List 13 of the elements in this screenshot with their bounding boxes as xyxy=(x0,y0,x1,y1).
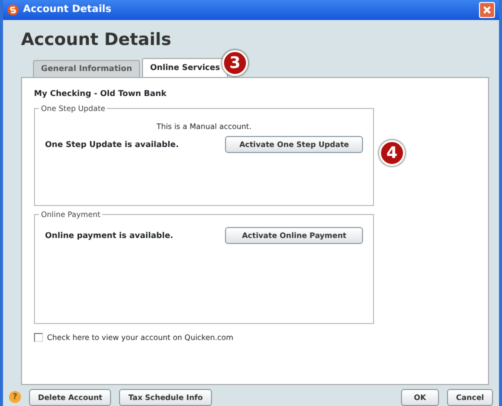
account-name: My Checking - Old Town Bank xyxy=(34,88,168,100)
tab[interactable]: Online Services xyxy=(142,58,228,77)
callout-marker: 3 xyxy=(222,50,248,76)
app-logo-icon xyxy=(7,4,19,16)
dialog-heading: Account Details xyxy=(20,28,172,52)
window-title: Account Details xyxy=(23,3,112,18)
close-button[interactable] xyxy=(479,2,495,18)
checkbox[interactable] xyxy=(34,333,43,342)
close-icon xyxy=(482,4,492,15)
help-button[interactable]: ? xyxy=(9,391,21,404)
tab[interactable]: General Information xyxy=(33,60,140,77)
status-text: One Step Update is available. xyxy=(45,138,180,151)
status-text: Online payment is available. xyxy=(45,230,174,242)
